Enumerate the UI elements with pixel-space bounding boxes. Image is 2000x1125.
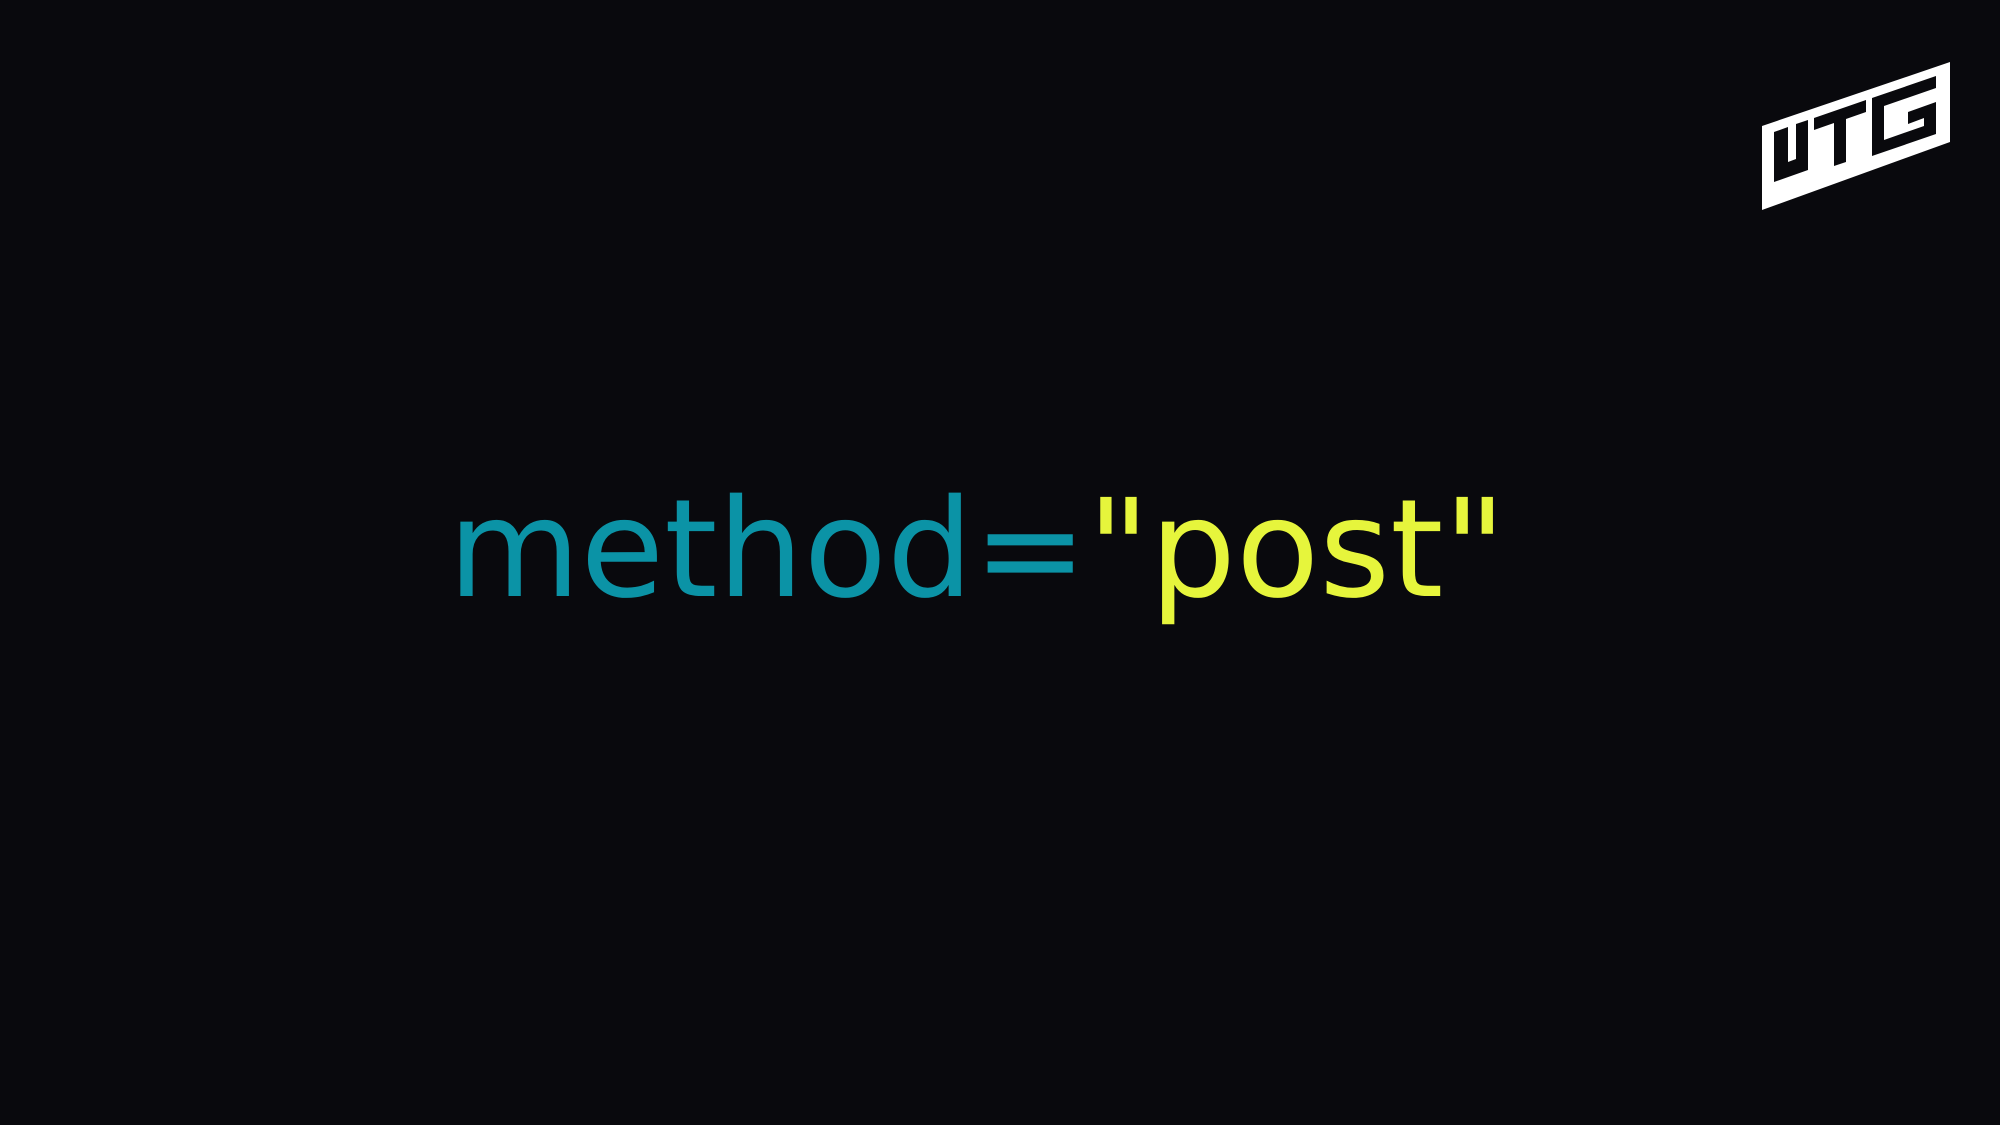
attribute-name: method	[448, 471, 974, 629]
attribute-value: "post"	[1087, 471, 1506, 629]
htg-logo-icon	[1762, 62, 1950, 210]
slide: method="post"	[0, 0, 2000, 1125]
code-snippet: method="post"	[448, 440, 1506, 660]
equals-sign: =	[973, 471, 1088, 629]
